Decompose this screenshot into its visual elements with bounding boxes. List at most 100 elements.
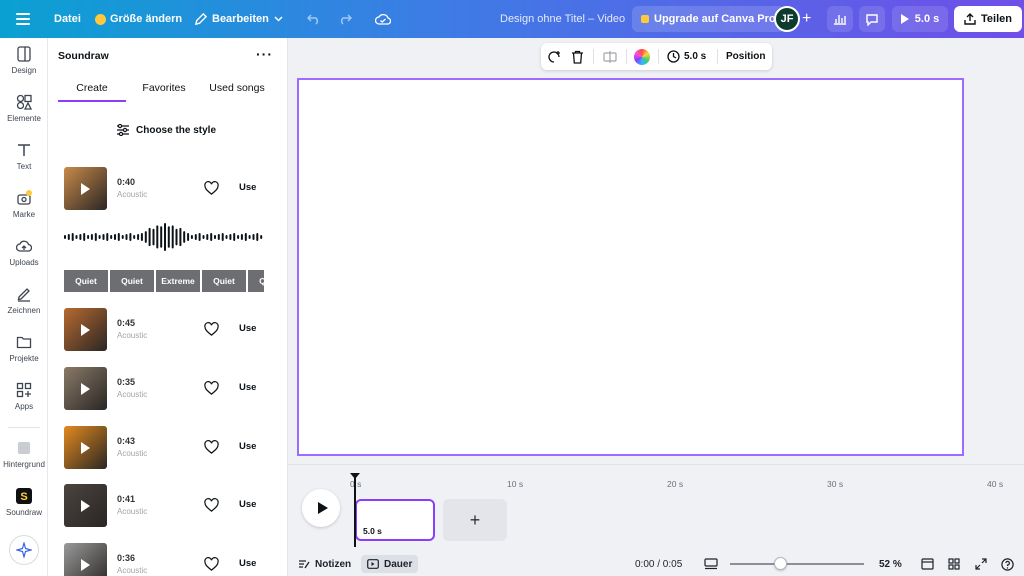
add-page-button[interactable]: + — [443, 499, 507, 541]
segment-button[interactable]: Extreme — [156, 270, 200, 292]
add-collaborator-icon[interactable]: + — [802, 0, 811, 38]
design-canvas[interactable] — [297, 78, 964, 456]
hide-pages-icon[interactable] — [704, 555, 718, 573]
insights-button[interactable] — [827, 6, 853, 32]
upgrade-button[interactable]: Upgrade auf Canva Pro — [632, 6, 785, 32]
undo-icon[interactable] — [307, 0, 321, 38]
rail-item-projects[interactable]: Projekte — [0, 334, 48, 374]
help-icon[interactable] — [1001, 555, 1014, 573]
song-item[interactable]: 0:35 Acoustic Use — [64, 367, 279, 411]
waveform-bar — [129, 233, 132, 241]
waveform-bar — [106, 233, 109, 241]
fullscreen-icon[interactable] — [975, 555, 987, 573]
more-options-icon[interactable]: ··· — [256, 46, 273, 62]
file-menu[interactable]: Datei — [54, 0, 81, 38]
split-icon[interactable] — [603, 43, 617, 70]
segment-button[interactable]: Quiet — [202, 270, 246, 292]
rail-item-brand[interactable]: Marke — [0, 190, 48, 230]
avatar[interactable]: JF — [774, 6, 800, 32]
choose-style-button[interactable]: Choose the style — [116, 124, 216, 136]
heart-icon[interactable] — [204, 181, 219, 196]
use-button[interactable]: Use — [239, 323, 256, 334]
trash-icon[interactable] — [571, 43, 584, 70]
cloud-saved-icon[interactable] — [375, 0, 391, 38]
menu-icon[interactable] — [16, 0, 30, 38]
position-button[interactable]: Position — [726, 43, 765, 70]
timeline-clip[interactable]: 5.0 s — [355, 499, 435, 541]
edit-menu[interactable]: Bearbeiten — [194, 0, 283, 38]
grid-view-icon[interactable] — [948, 555, 960, 573]
notes-button[interactable]: Notizen — [298, 555, 351, 573]
tab-favorites[interactable]: Favorites — [134, 82, 194, 102]
page-view-icon[interactable] — [921, 555, 934, 573]
share-button[interactable]: Teilen — [954, 6, 1022, 32]
rail-label: Text — [16, 162, 32, 171]
heart-icon[interactable] — [204, 440, 219, 455]
song-thumbnail[interactable] — [64, 484, 107, 527]
upgrade-label: Upgrade auf Canva Pro — [654, 13, 776, 25]
rail-item-elements[interactable]: Elemente — [0, 94, 48, 134]
song-thumbnail[interactable] — [64, 367, 107, 410]
segment-button[interactable]: Quiet — [64, 270, 108, 292]
tab-used-songs[interactable]: Used songs — [202, 82, 272, 102]
color-wheel-icon[interactable] — [634, 43, 650, 70]
heart-icon[interactable] — [204, 557, 219, 572]
rail-label: Zeichnen — [7, 306, 41, 315]
design-icon — [17, 46, 31, 62]
use-button[interactable]: Use — [239, 441, 256, 452]
timeline-tick: 40 s — [987, 479, 1004, 489]
rail-item-soundraw[interactable]: S Soundraw — [0, 488, 48, 528]
playhead[interactable] — [354, 473, 356, 547]
heart-icon[interactable] — [204, 381, 219, 396]
add-comment-icon[interactable] — [547, 43, 561, 70]
use-button[interactable]: Use — [239, 558, 256, 569]
playhead-handle[interactable] — [350, 473, 360, 479]
soundraw-icon: S — [16, 488, 32, 504]
share-label: Teilen — [981, 13, 1012, 25]
notes-label: Notizen — [315, 558, 352, 570]
song-thumbnail[interactable] — [64, 167, 107, 210]
waveform[interactable] — [64, 220, 264, 254]
rail-item-apps[interactable]: Apps — [0, 382, 48, 422]
rail-label: Hintergrund — [3, 460, 45, 469]
present-button[interactable]: 5.0 s — [892, 6, 948, 32]
toolbar-divider — [658, 49, 659, 64]
song-item[interactable]: 0:40 Acoustic Use — [64, 167, 279, 211]
song-item[interactable]: 0:41 Acoustic Use — [64, 484, 279, 528]
rail-item-draw[interactable]: Zeichnen — [0, 286, 48, 326]
rail-item-uploads[interactable]: Uploads — [0, 238, 48, 278]
duration-button[interactable]: 5.0 s — [667, 43, 706, 70]
song-item[interactable]: 0:45 Acoustic Use — [64, 308, 279, 352]
rail-item-background[interactable]: Hintergrund — [0, 440, 48, 480]
rail-item-text[interactable]: Text — [0, 142, 48, 182]
zoom-slider-handle[interactable] — [774, 557, 788, 570]
segment-button[interactable]: Quiet — [110, 270, 154, 292]
use-button[interactable]: Use — [239, 499, 256, 510]
segment-button[interactable]: Quiet — [248, 270, 264, 292]
sliders-icon — [117, 124, 129, 136]
song-item[interactable]: 0:36 Acoustic Use — [64, 543, 279, 576]
redo-icon[interactable] — [338, 0, 352, 38]
duration-view-button[interactable]: Dauer — [361, 555, 419, 573]
play-button[interactable] — [302, 489, 340, 527]
use-button[interactable]: Use — [239, 182, 256, 193]
song-thumbnail[interactable] — [64, 308, 107, 351]
zoom-value[interactable]: 52 % — [879, 555, 902, 573]
waveform-bar — [256, 233, 259, 241]
tab-create[interactable]: Create — [58, 82, 126, 102]
heart-icon[interactable] — [204, 322, 219, 337]
document-title[interactable]: Design ohne Titel – Video — [500, 0, 625, 38]
magic-assistant-button[interactable] — [9, 535, 39, 565]
comment-button[interactable] — [859, 6, 885, 32]
zoom-slider[interactable] — [730, 563, 864, 565]
use-button[interactable]: Use — [239, 382, 256, 393]
song-item[interactable]: 0:43 Acoustic Use — [64, 426, 279, 470]
waveform-bar — [252, 234, 255, 240]
waveform-bar — [79, 234, 82, 240]
song-thumbnail[interactable] — [64, 543, 107, 576]
rail-label: Uploads — [9, 258, 39, 267]
resize-button[interactable]: Größe ändern — [95, 0, 182, 38]
rail-item-design[interactable]: Design — [0, 46, 48, 86]
song-thumbnail[interactable] — [64, 426, 107, 469]
heart-icon[interactable] — [204, 498, 219, 513]
